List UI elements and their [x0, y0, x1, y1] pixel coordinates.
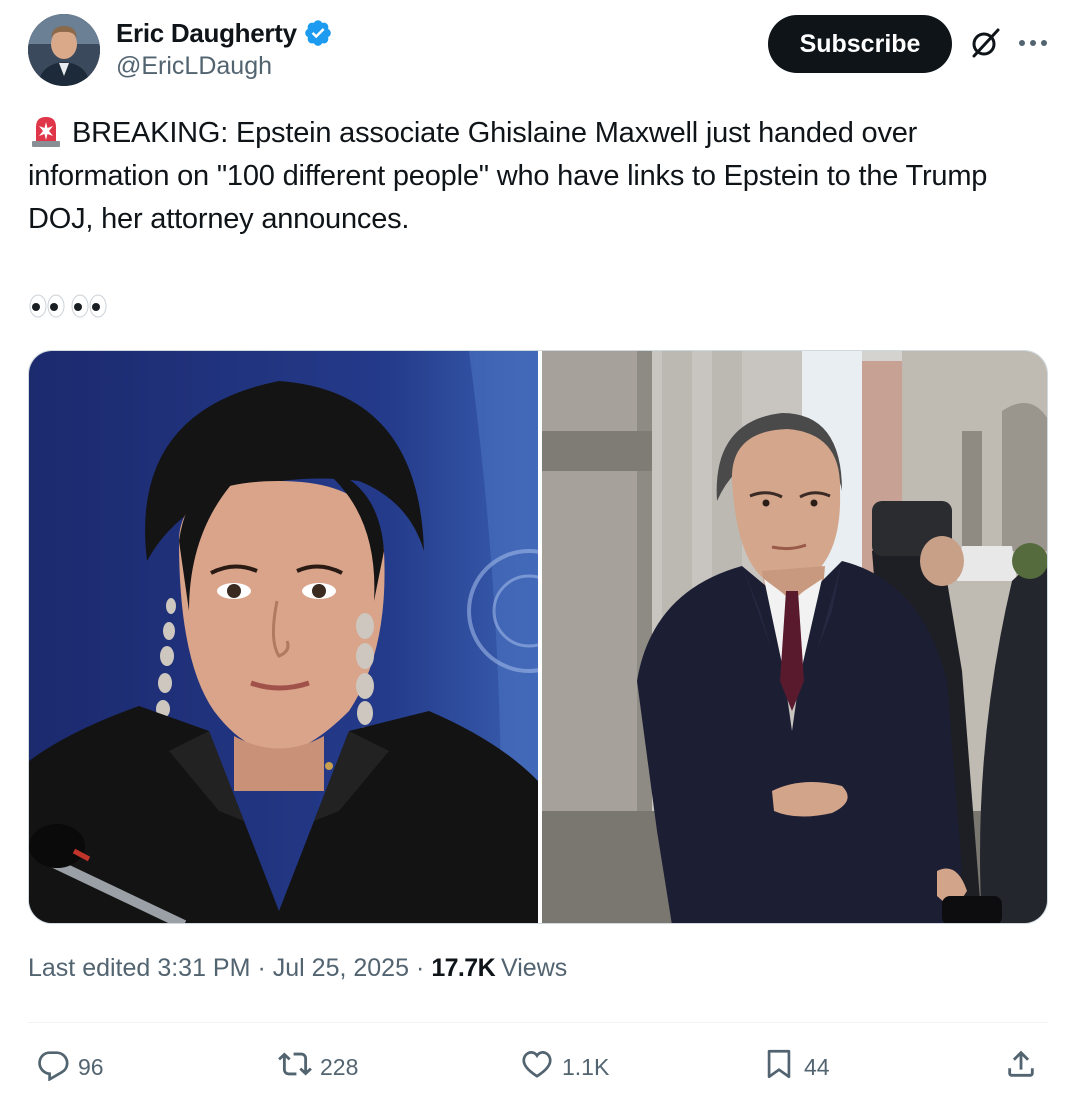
divider [28, 1022, 1048, 1023]
reply-icon [36, 1047, 70, 1087]
grok-icon[interactable] [968, 26, 1002, 60]
reply-count: 96 [78, 1053, 104, 1080]
author-handle[interactable]: @EricLDaugh [116, 52, 333, 81]
eyes-icon [28, 288, 68, 324]
share-button[interactable] [1004, 1044, 1038, 1090]
heart-icon [520, 1047, 554, 1087]
tweet-header: Eric Daugherty @EricLDaugh Subscribe [28, 14, 1052, 90]
tweet-text: BREAKING: Epstein associate Ghislaine Ma… [28, 112, 1038, 241]
photo-ghislaine-maxwell[interactable] [29, 351, 591, 923]
tweet-body: BREAKING: Epstein associate Ghislaine Ma… [28, 117, 988, 235]
photo-attorney[interactable] [542, 351, 1047, 923]
siren-icon [28, 113, 64, 149]
eyes-icon [70, 288, 110, 324]
media-grid [28, 350, 1048, 924]
meta-separator: · [257, 954, 266, 982]
repost-icon [278, 1047, 312, 1087]
share-icon [1004, 1047, 1038, 1087]
eyes-emoji [28, 288, 110, 324]
like-count: 1.1K [562, 1053, 610, 1080]
bookmark-button[interactable]: 44 [762, 1044, 830, 1090]
reply-button[interactable]: 96 [36, 1044, 104, 1090]
like-button[interactable]: 1.1K [520, 1044, 609, 1090]
views-label: Views [501, 954, 568, 982]
edited-label[interactable]: Last edited [28, 954, 150, 983]
author-name[interactable]: Eric Daugherty [116, 18, 297, 49]
bookmark-count: 44 [804, 1053, 830, 1080]
tweet-time[interactable]: 3:31 PM [157, 954, 250, 983]
repost-count: 228 [320, 1053, 359, 1080]
views-count[interactable]: 17.7K [431, 954, 495, 983]
avatar[interactable] [28, 14, 100, 86]
tweet-meta: Last edited 3:31 PM · Jul 25, 2025 · 17.… [28, 954, 567, 983]
tweet-date[interactable]: Jul 25, 2025 [273, 954, 409, 983]
bookmark-icon [762, 1047, 796, 1087]
action-bar: 96 228 1.1K 44 [28, 1044, 1048, 1090]
meta-separator: · [415, 954, 425, 982]
author-info[interactable]: Eric Daugherty @EricLDaugh [116, 16, 333, 81]
more-options-icon[interactable] [1016, 28, 1050, 58]
repost-button[interactable]: 228 [278, 1044, 358, 1090]
subscribe-button[interactable]: Subscribe [768, 15, 952, 73]
verified-badge-icon[interactable] [303, 18, 333, 48]
